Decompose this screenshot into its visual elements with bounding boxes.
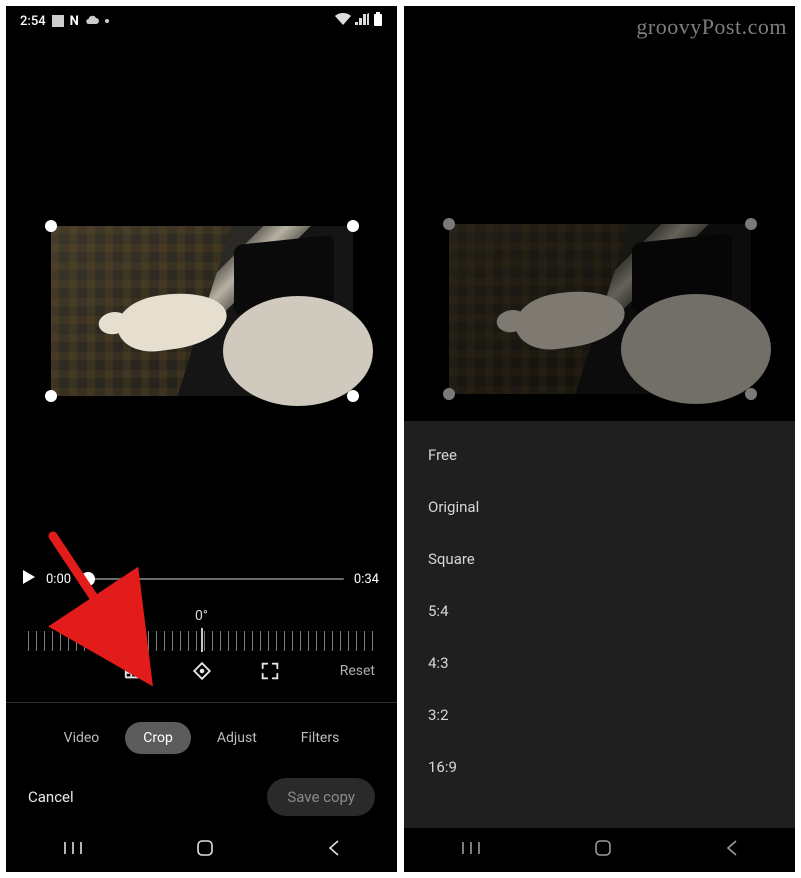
- nav-home-icon[interactable]: [195, 838, 215, 862]
- scrubber-thumb[interactable]: [81, 572, 95, 586]
- reset-button[interactable]: Reset: [340, 663, 375, 679]
- aspect-option-original[interactable]: Original: [404, 481, 795, 533]
- wifi-icon: [335, 13, 351, 29]
- bottom-actions: Cancel Save copy: [6, 778, 397, 816]
- crop-handle-top-right[interactable]: [347, 220, 359, 232]
- aspect-option-square[interactable]: Square: [404, 533, 795, 585]
- crop-handle-bottom-left[interactable]: [45, 390, 57, 402]
- video-scrubber-row: 0:00 0:34: [22, 570, 379, 588]
- crop-handle-bottom-right[interactable]: [347, 390, 359, 402]
- nav-recent-icon[interactable]: [460, 840, 482, 860]
- tab-adjust[interactable]: Adjust: [199, 722, 275, 754]
- video-thumbnail: [449, 224, 751, 394]
- status-bar: 2:54 N: [6, 6, 397, 36]
- crop-handle-top-right[interactable]: [745, 218, 757, 230]
- crop-handle-top-left[interactable]: [443, 218, 455, 230]
- aspect-option-5-4[interactable]: 5:4: [404, 585, 795, 637]
- video-total-time: 0:34: [354, 572, 379, 587]
- cancel-button[interactable]: Cancel: [28, 788, 74, 806]
- battery-icon: [373, 12, 383, 30]
- tab-crop[interactable]: Crop: [125, 722, 191, 754]
- rotate-icon[interactable]: [191, 660, 213, 682]
- cloud-icon: [85, 14, 99, 29]
- save-copy-button[interactable]: Save copy: [267, 778, 375, 816]
- editor-tabs: Video Crop Adjust Filters: [6, 722, 397, 754]
- aspect-option-3-2[interactable]: 3:2: [404, 689, 795, 741]
- rotation-label: 0°: [6, 608, 397, 624]
- nav-back-icon[interactable]: [326, 839, 342, 861]
- nav-recent-icon[interactable]: [62, 840, 84, 860]
- divider: [6, 702, 397, 703]
- crop-frame[interactable]: [51, 226, 353, 396]
- crop-handle-bottom-right[interactable]: [745, 388, 757, 400]
- play-icon[interactable]: [22, 570, 36, 588]
- aspect-option-16-9[interactable]: 16:9: [404, 741, 795, 793]
- netflix-icon: N: [70, 14, 79, 29]
- video-scrubber[interactable]: [81, 578, 344, 580]
- rotation-dial[interactable]: [28, 631, 375, 651]
- tab-video[interactable]: Video: [46, 722, 118, 754]
- aspect-option-4-3[interactable]: 4:3: [404, 637, 795, 689]
- aspect-ratio-menu: Free Original Square 5:4 4:3 3:2 16:9: [404, 421, 795, 828]
- image-icon: [52, 15, 64, 27]
- screenshot-aspect-menu: Free Original Square 5:4 4:3 3:2 16:9: [404, 6, 795, 872]
- signal-icon: [355, 13, 369, 29]
- screenshot-editor: 2:54 N: [6, 6, 397, 872]
- nav-back-icon[interactable]: [724, 839, 740, 861]
- android-navbar: [6, 828, 397, 872]
- video-current-time: 0:00: [46, 572, 71, 587]
- video-thumbnail: [51, 226, 353, 396]
- more-dot-icon: [105, 19, 109, 23]
- status-time: 2:54: [20, 14, 46, 29]
- crop-frame[interactable]: [449, 224, 751, 394]
- tab-filters[interactable]: Filters: [283, 722, 358, 754]
- expand-icon[interactable]: [259, 660, 281, 682]
- android-navbar: [404, 828, 795, 872]
- aspect-option-free[interactable]: Free: [404, 429, 795, 481]
- crop-handle-bottom-left[interactable]: [443, 388, 455, 400]
- aspect-ratio-icon[interactable]: [123, 660, 145, 682]
- watermark: groovyPost.com: [636, 14, 787, 40]
- crop-tools-row: Reset: [6, 660, 397, 682]
- nav-home-icon[interactable]: [593, 838, 613, 862]
- crop-handle-top-left[interactable]: [45, 220, 57, 232]
